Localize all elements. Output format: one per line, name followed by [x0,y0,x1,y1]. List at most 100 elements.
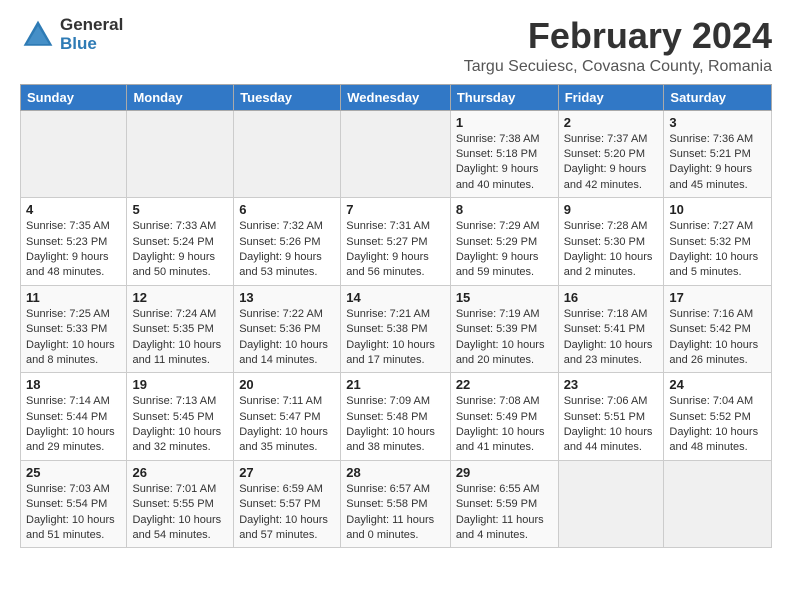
calendar-cell: 6 Sunrise: 7:32 AM Sunset: 5:26 PM Daylig… [234,198,341,286]
calendar-cell: 5 Sunrise: 7:33 AM Sunset: 5:24 PM Daylig… [127,198,234,286]
calendar-subtitle: Targu Secuiesc, Covasna County, Romania [464,58,772,76]
day-number: 14 [346,290,445,305]
day-info: Sunrise: 7:04 AM Sunset: 5:52 PM Dayligh… [669,394,766,456]
day-info: Sunrise: 7:29 AM Sunset: 5:29 PM Dayligh… [456,219,553,281]
day-number: 27 [239,465,335,480]
calendar-cell: 8 Sunrise: 7:29 AM Sunset: 5:29 PM Daylig… [450,198,558,286]
calendar-cell: 3 Sunrise: 7:36 AM Sunset: 5:21 PM Daylig… [664,110,772,198]
day-number: 3 [669,115,766,130]
calendar-cell: 2 Sunrise: 7:37 AM Sunset: 5:20 PM Daylig… [558,110,664,198]
day-number: 23 [564,377,659,392]
day-info: Sunrise: 7:36 AM Sunset: 5:21 PM Dayligh… [669,132,766,194]
day-info: Sunrise: 7:35 AM Sunset: 5:23 PM Dayligh… [26,219,121,281]
day-number: 2 [564,115,659,130]
day-number: 20 [239,377,335,392]
day-info: Sunrise: 6:59 AM Sunset: 5:57 PM Dayligh… [239,482,335,544]
logo-text: General Blue [60,16,123,53]
calendar-week-5: 25 Sunrise: 7:03 AM Sunset: 5:54 PM Dayli… [21,460,772,548]
calendar-header-saturday: Saturday [664,84,772,110]
day-info: Sunrise: 7:37 AM Sunset: 5:20 PM Dayligh… [564,132,659,194]
day-info: Sunrise: 7:09 AM Sunset: 5:48 PM Dayligh… [346,394,445,456]
calendar-cell: 21 Sunrise: 7:09 AM Sunset: 5:48 PM Dayli… [341,373,451,461]
day-number: 17 [669,290,766,305]
day-number: 19 [132,377,228,392]
calendar-cell [341,110,451,198]
calendar-week-1: 1Sunrise: 7:38 AM Sunset: 5:18 PM Daylig… [21,110,772,198]
calendar-cell: 22 Sunrise: 7:08 AM Sunset: 5:49 PM Dayli… [450,373,558,461]
calendar-title: February 2024 [464,16,772,56]
day-info: Sunrise: 7:19 AM Sunset: 5:39 PM Dayligh… [456,307,553,369]
day-info: Sunrise: 7:03 AM Sunset: 5:54 PM Dayligh… [26,482,121,544]
day-number: 13 [239,290,335,305]
day-info: Sunrise: 7:14 AM Sunset: 5:44 PM Dayligh… [26,394,121,456]
calendar-cell: 23Sunrise: 7:06 AM Sunset: 5:51 PM Dayli… [558,373,664,461]
calendar-week-2: 4 Sunrise: 7:35 AM Sunset: 5:23 PM Daylig… [21,198,772,286]
calendar-cell: 7 Sunrise: 7:31 AM Sunset: 5:27 PM Daylig… [341,198,451,286]
day-info: Sunrise: 7:27 AM Sunset: 5:32 PM Dayligh… [669,219,766,281]
day-number: 26 [132,465,228,480]
calendar-cell: 25 Sunrise: 7:03 AM Sunset: 5:54 PM Dayli… [21,460,127,548]
calendar-header-row: SundayMondayTuesdayWednesdayThursdayFrid… [21,84,772,110]
calendar-cell: 24 Sunrise: 7:04 AM Sunset: 5:52 PM Dayli… [664,373,772,461]
calendar-cell: 13 Sunrise: 7:22 AM Sunset: 5:36 PM Dayli… [234,285,341,373]
calendar-header-monday: Monday [127,84,234,110]
calendar-header-thursday: Thursday [450,84,558,110]
day-info: Sunrise: 7:08 AM Sunset: 5:49 PM Dayligh… [456,394,553,456]
calendar-cell [558,460,664,548]
calendar-cell: 28 Sunrise: 6:57 AM Sunset: 5:58 PM Dayli… [341,460,451,548]
calendar-cell: 16Sunrise: 7:18 AM Sunset: 5:41 PM Dayli… [558,285,664,373]
calendar-cell: 20Sunrise: 7:11 AM Sunset: 5:47 PM Dayli… [234,373,341,461]
day-number: 8 [456,202,553,217]
day-info: Sunrise: 7:22 AM Sunset: 5:36 PM Dayligh… [239,307,335,369]
day-info: Sunrise: 7:01 AM Sunset: 5:55 PM Dayligh… [132,482,228,544]
calendar-cell: 1Sunrise: 7:38 AM Sunset: 5:18 PM Daylig… [450,110,558,198]
day-info: Sunrise: 7:31 AM Sunset: 5:27 PM Dayligh… [346,219,445,281]
calendar-cell: 11Sunrise: 7:25 AM Sunset: 5:33 PM Dayli… [21,285,127,373]
title-block: February 2024 Targu Secuiesc, Covasna Co… [464,16,772,76]
calendar-cell [21,110,127,198]
day-info: Sunrise: 7:13 AM Sunset: 5:45 PM Dayligh… [132,394,228,456]
day-number: 22 [456,377,553,392]
day-info: Sunrise: 7:16 AM Sunset: 5:42 PM Dayligh… [669,307,766,369]
day-number: 6 [239,202,335,217]
logo-general-text: General [60,16,123,35]
day-number: 18 [26,377,121,392]
day-info: Sunrise: 7:28 AM Sunset: 5:30 PM Dayligh… [564,219,659,281]
calendar-header-friday: Friday [558,84,664,110]
day-info: Sunrise: 6:57 AM Sunset: 5:58 PM Dayligh… [346,482,445,544]
calendar-cell: 4 Sunrise: 7:35 AM Sunset: 5:23 PM Daylig… [21,198,127,286]
day-number: 12 [132,290,228,305]
day-number: 7 [346,202,445,217]
logo-blue-text: Blue [60,35,123,54]
calendar-cell: 9 Sunrise: 7:28 AM Sunset: 5:30 PM Daylig… [558,198,664,286]
day-number: 5 [132,202,228,217]
calendar-cell [127,110,234,198]
day-info: Sunrise: 7:24 AM Sunset: 5:35 PM Dayligh… [132,307,228,369]
day-number: 24 [669,377,766,392]
calendar-cell [234,110,341,198]
day-info: Sunrise: 7:18 AM Sunset: 5:41 PM Dayligh… [564,307,659,369]
logo-icon [20,17,56,53]
day-number: 10 [669,202,766,217]
logo: General Blue [20,16,123,53]
calendar-cell: 18 Sunrise: 7:14 AM Sunset: 5:44 PM Dayli… [21,373,127,461]
day-info: Sunrise: 7:33 AM Sunset: 5:24 PM Dayligh… [132,219,228,281]
calendar-cell: 26 Sunrise: 7:01 AM Sunset: 5:55 PM Dayli… [127,460,234,548]
calendar-cell: 12 Sunrise: 7:24 AM Sunset: 5:35 PM Dayli… [127,285,234,373]
day-number: 11 [26,290,121,305]
calendar-cell: 10 Sunrise: 7:27 AM Sunset: 5:32 PM Dayli… [664,198,772,286]
calendar-cell: 14 Sunrise: 7:21 AM Sunset: 5:38 PM Dayli… [341,285,451,373]
day-number: 25 [26,465,121,480]
day-info: Sunrise: 7:38 AM Sunset: 5:18 PM Dayligh… [456,132,553,194]
day-info: Sunrise: 7:21 AM Sunset: 5:38 PM Dayligh… [346,307,445,369]
day-number: 29 [456,465,553,480]
day-number: 4 [26,202,121,217]
day-number: 21 [346,377,445,392]
calendar-header-tuesday: Tuesday [234,84,341,110]
day-number: 9 [564,202,659,217]
calendar-week-3: 11Sunrise: 7:25 AM Sunset: 5:33 PM Dayli… [21,285,772,373]
calendar-cell: 27 Sunrise: 6:59 AM Sunset: 5:57 PM Dayli… [234,460,341,548]
day-number: 28 [346,465,445,480]
calendar-header-wednesday: Wednesday [341,84,451,110]
day-info: Sunrise: 7:32 AM Sunset: 5:26 PM Dayligh… [239,219,335,281]
